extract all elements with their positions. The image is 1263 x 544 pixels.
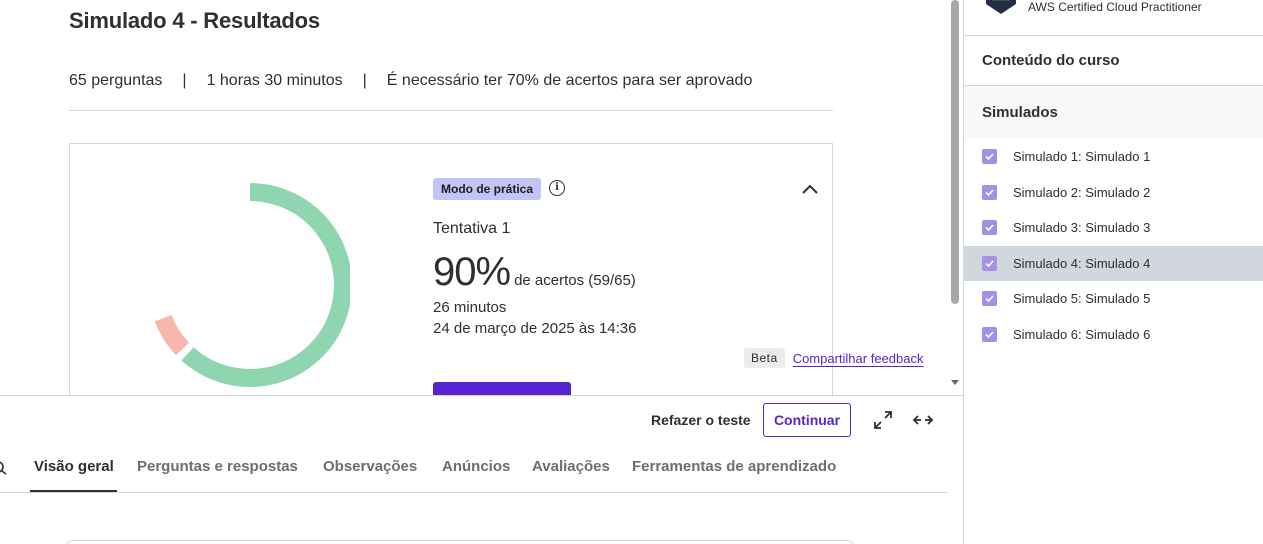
score-donut-chart <box>154 183 350 387</box>
completed-checkbox[interactable] <box>982 256 997 271</box>
lesson-label: Simulado 1: Simulado 1 <box>1013 149 1151 164</box>
course-sidebar: AWS Certified Cloud Practitioner Conteúd… <box>963 0 1263 544</box>
question-count: 65 perguntas <box>69 72 163 89</box>
search-icon[interactable] <box>0 461 8 475</box>
section-header-simulados[interactable]: Simulados <box>964 85 1263 138</box>
exam-meta: 65 perguntas | 1 horas 30 minutos | É ne… <box>69 72 752 90</box>
check-icon <box>985 224 994 232</box>
correct-arc <box>181 183 350 387</box>
continue-button[interactable]: Continuar <box>763 403 851 437</box>
tab-notes[interactable]: Observações <box>323 458 417 475</box>
lesson-item[interactable]: Simulado 5: Simulado 5 <box>964 281 1263 316</box>
retake-test-button[interactable]: Refazer o teste <box>651 412 751 428</box>
quiz-control-bar: Refazer o teste Continuar <box>0 395 963 443</box>
meta-divider <box>69 110 833 111</box>
attempt-label: Tentativa 1 <box>433 220 511 237</box>
check-icon <box>985 260 994 268</box>
practice-mode-badge: Modo de prática <box>433 178 542 200</box>
review-questions-button[interactable] <box>433 382 571 395</box>
tab-questions-answers[interactable]: Perguntas e respostas <box>137 458 298 475</box>
check-icon <box>985 153 994 161</box>
meta-separator: | <box>182 72 187 89</box>
info-icon[interactable]: i <box>549 180 565 196</box>
vertical-scrollbar[interactable] <box>948 0 963 395</box>
lesson-label: Simulado 4: Simulado 4 <box>1013 256 1151 271</box>
lesson-label: Simulado 3: Simulado 3 <box>1013 220 1151 235</box>
completed-checkbox[interactable] <box>982 220 997 235</box>
lesson-label: Simulado 2: Simulado 2 <box>1013 185 1151 200</box>
check-icon <box>985 331 994 339</box>
beta-badge: Beta <box>744 348 785 368</box>
arrows-horizontal-icon[interactable] <box>913 410 933 430</box>
lesson-label: Simulado 5: Simulado 5 <box>1013 291 1151 306</box>
share-feedback-link[interactable]: Compartilhar feedback <box>793 351 924 366</box>
attempt-date: 24 de março de 2025 às 14:36 <box>433 320 637 337</box>
time-taken: 26 minutos <box>433 299 507 316</box>
lesson-label: Simulado 6: Simulado 6 <box>1013 327 1151 342</box>
overview-card <box>65 540 855 544</box>
lesson-item[interactable]: Simulado 2: Simulado 2 <box>964 175 1263 210</box>
expand-icon[interactable] <box>873 410 893 430</box>
main-content: Simulado 4 - Resultados 65 perguntas | 1… <box>0 0 963 544</box>
score-line: 90% de acertos (59/65) <box>433 250 636 295</box>
lesson-item[interactable]: Simulado 3: Simulado 3 <box>964 210 1263 245</box>
section-title: Simulados <box>982 104 1058 121</box>
tab-reviews[interactable]: Avaliações <box>532 458 610 475</box>
active-tab-indicator <box>30 490 117 492</box>
app-root: Simulado 4 - Resultados 65 perguntas | 1… <box>0 0 1263 544</box>
course-tabs: Visão geral Perguntas e respostas Observ… <box>0 443 948 493</box>
meta-separator: | <box>362 72 367 89</box>
exam-duration: 1 horas 30 minutos <box>206 72 343 89</box>
score-percent: 90% <box>433 250 511 294</box>
completed-checkbox[interactable] <box>982 149 997 164</box>
results-scroll-area: Simulado 4 - Resultados 65 perguntas | 1… <box>0 0 948 395</box>
pass-requirement: É necessário ter 70% de acertos para ser… <box>386 72 753 89</box>
page-title: Simulado 4 - Resultados <box>69 8 320 33</box>
lesson-item[interactable]: Simulado 1: Simulado 1 <box>964 139 1263 174</box>
result-card: Modo de prática i Tentativa 1 90% de ace… <box>69 143 833 395</box>
course-name: AWS Certified Cloud Practitioner <box>1028 0 1202 14</box>
feedback-row: Beta Compartilhar feedback <box>744 348 923 368</box>
course-content-title: Conteúdo do curso <box>982 52 1120 69</box>
lesson-item-current[interactable]: Simulado 4: Simulado 4 <box>964 246 1263 281</box>
attempt-info: Modo de prática i Tentativa 1 90% de ace… <box>433 178 637 395</box>
tab-learning-tools[interactable]: Ferramentas de aprendizado <box>632 458 836 475</box>
check-icon <box>985 189 994 197</box>
completed-checkbox[interactable] <box>982 185 997 200</box>
scroll-down-arrow-icon[interactable] <box>951 380 959 385</box>
scrollbar-thumb[interactable] <box>951 0 959 304</box>
completed-checkbox[interactable] <box>982 291 997 306</box>
score-description: de acertos (59/65) <box>514 272 636 289</box>
check-icon <box>985 295 994 303</box>
lesson-item[interactable]: Simulado 6: Simulado 6 <box>964 317 1263 352</box>
completed-checkbox[interactable] <box>982 327 997 342</box>
tab-announcements[interactable]: Anúncios <box>442 458 510 475</box>
chevron-up-icon[interactable] <box>800 182 820 196</box>
aws-certification-badge-icon <box>986 0 1016 14</box>
incorrect-arc <box>154 314 190 356</box>
tab-overview[interactable]: Visão geral <box>34 458 114 475</box>
course-header: AWS Certified Cloud Practitioner <box>964 0 1263 36</box>
